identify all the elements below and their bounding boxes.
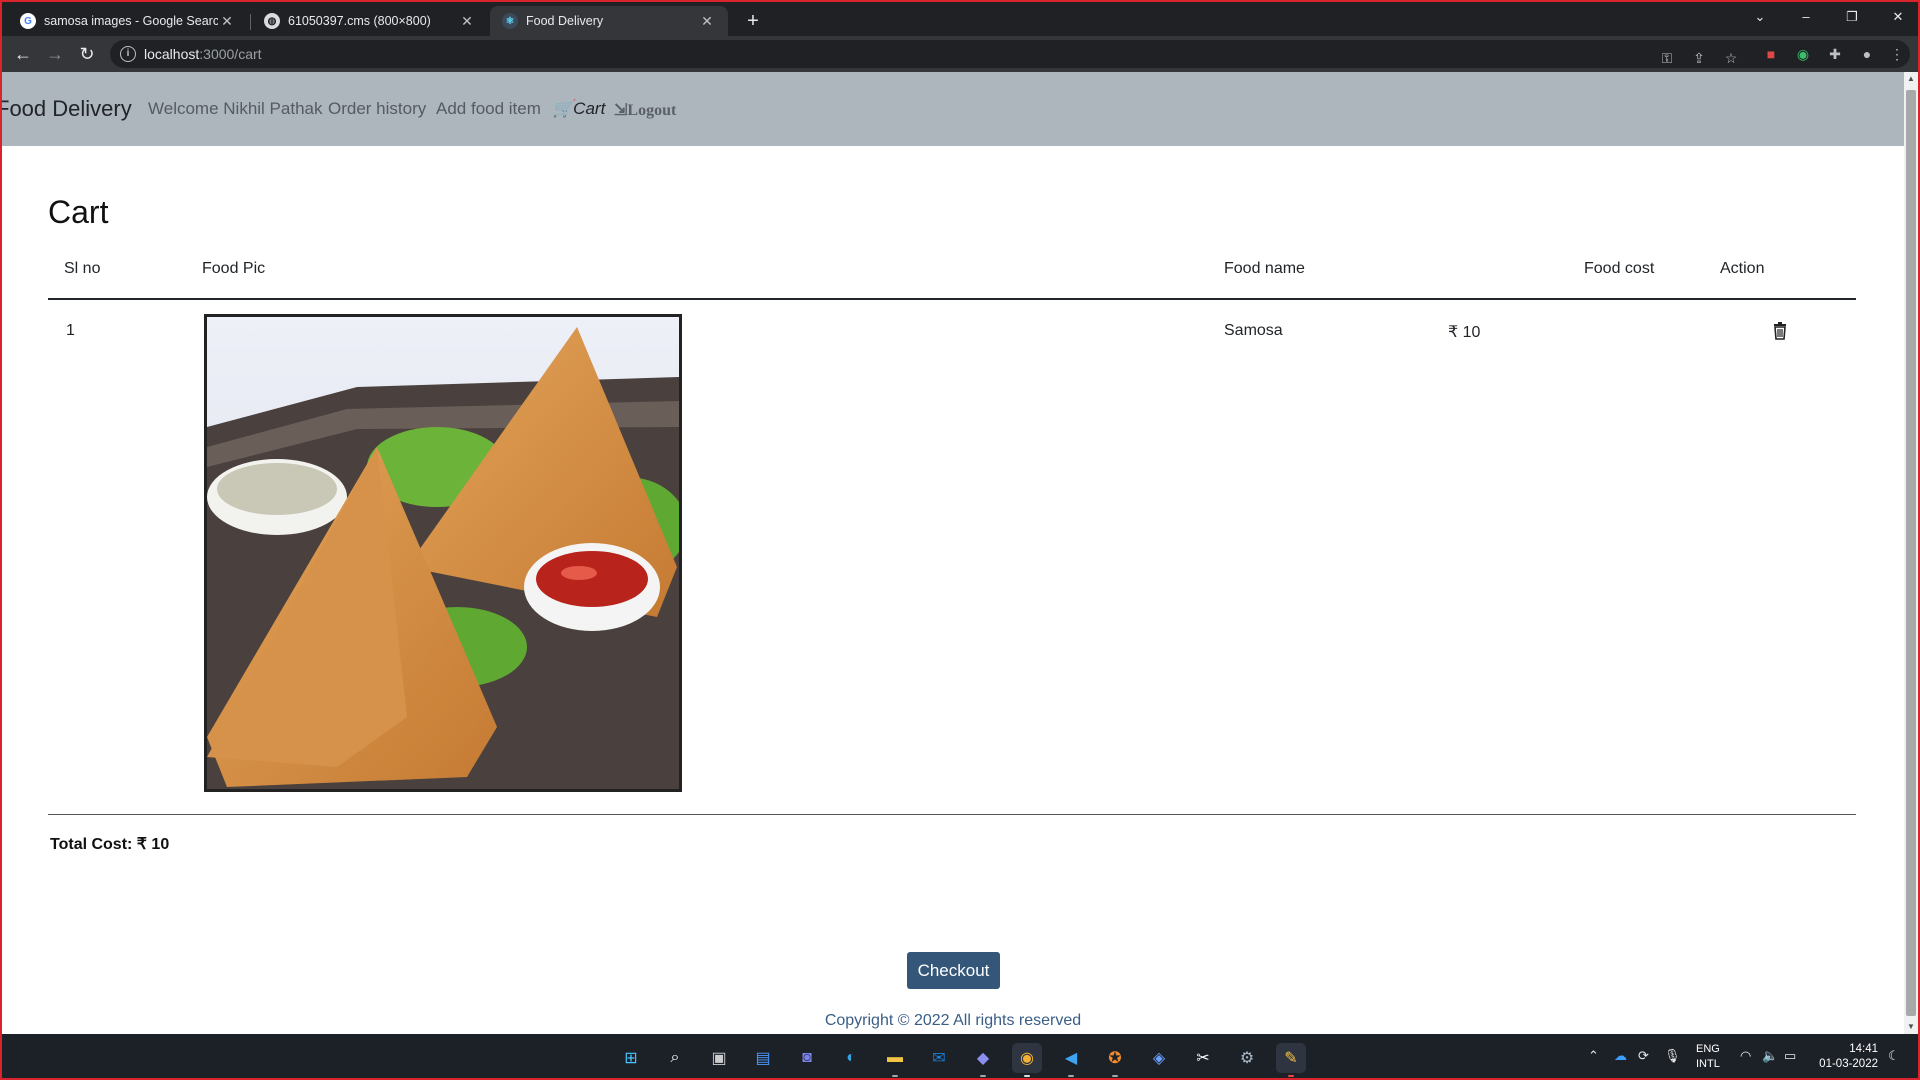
checkout-button[interactable]: Checkout bbox=[907, 952, 1000, 989]
brand-link[interactable]: Food Delivery bbox=[2, 96, 132, 122]
forward-button[interactable]: → bbox=[42, 41, 68, 67]
sticky-notes-icon[interactable]: ✎ bbox=[1276, 1043, 1306, 1077]
microphone-icon[interactable]: 🎙 bbox=[1664, 1048, 1681, 1064]
table-header-divider bbox=[48, 298, 1856, 300]
extension-red-icon[interactable]: ■ bbox=[1762, 45, 1780, 63]
scroll-up-arrow-icon[interactable]: ▲ bbox=[1904, 72, 1918, 86]
clock-time: 14:41 bbox=[1849, 1043, 1878, 1055]
info-icon[interactable]: i bbox=[120, 46, 136, 62]
address-bar[interactable]: i localhost:3000/cart ⚿ ⇪ ☆ bbox=[110, 40, 1910, 68]
table-bottom-divider bbox=[48, 814, 1856, 815]
close-icon[interactable]: ✕ bbox=[218, 13, 236, 30]
notification-moon-icon[interactable]: ☾ bbox=[1888, 1048, 1900, 1064]
welcome-text: Welcome Nikhil Pathak bbox=[148, 99, 323, 118]
chrome-icon[interactable]: ◉ bbox=[1012, 1043, 1042, 1077]
battery-icon[interactable]: ▭ bbox=[1784, 1048, 1796, 1064]
widgets-icon[interactable]: ▤ bbox=[748, 1043, 778, 1073]
snipping-tool-icon[interactable]: ✂ bbox=[1188, 1043, 1218, 1073]
extensions-puzzle-icon[interactable]: ✚ bbox=[1826, 45, 1844, 63]
url-text: localhost:3000/cart bbox=[144, 46, 262, 62]
google-icon: G bbox=[20, 13, 36, 29]
footer-copyright: Copyright © 2022 All rights reserved bbox=[824, 1012, 1082, 1029]
cart-icon: 🛒 bbox=[552, 99, 574, 118]
vscode-icon[interactable]: ◀ bbox=[1056, 1043, 1086, 1077]
logout-link[interactable]: ⇲Logout bbox=[614, 100, 676, 120]
browser-toolbar: ← → ↻ i localhost:3000/cart ⚿ ⇪ ☆ ■ ◉ ✚ … bbox=[2, 36, 1918, 72]
onedrive-icon[interactable]: ☁ bbox=[1614, 1048, 1627, 1064]
cart-link[interactable]: 🛒Cart bbox=[552, 99, 605, 119]
samosa-photo bbox=[207, 317, 679, 789]
extension-green-icon[interactable]: ◉ bbox=[1794, 45, 1812, 63]
new-tab-button[interactable]: + bbox=[740, 8, 766, 34]
windows-taskbar: ⊞ ⌕ ▣ ▤ ◙ ◐ ▬ ✉ ◆ ◉ ◀ ✪ ◈ ✂ ⚙ ✎ ⌃ ☁ ⟳ 🎙 … bbox=[2, 1034, 1918, 1078]
settings-gear-icon[interactable]: ⚙ bbox=[1232, 1043, 1262, 1073]
teams-chat-icon[interactable]: ◙ bbox=[792, 1043, 822, 1073]
page-title: Cart bbox=[48, 194, 109, 230]
keyboard-layout: INTL bbox=[1696, 1058, 1720, 1070]
system-clock[interactable]: 14:41 01-03-2022 bbox=[1819, 1042, 1878, 1072]
profile-avatar-icon[interactable]: ● bbox=[1858, 45, 1876, 63]
tab-food-delivery[interactable]: ⚛ Food Delivery ✕ bbox=[490, 6, 728, 36]
page-scrollbar[interactable]: ▲ ▼ bbox=[1904, 72, 1918, 1034]
task-view-icon[interactable]: ▣ bbox=[704, 1043, 734, 1073]
edge-icon[interactable]: ◐ bbox=[836, 1043, 866, 1073]
close-icon[interactable]: ✕ bbox=[458, 13, 476, 30]
column-header-sl-no: Sl no bbox=[64, 260, 101, 277]
back-button[interactable]: ← bbox=[10, 41, 36, 67]
clock-date: 01-03-2022 bbox=[1819, 1058, 1878, 1070]
browser-menu-icon[interactable]: ⋮ bbox=[1888, 45, 1906, 63]
close-icon[interactable]: ✕ bbox=[698, 13, 716, 30]
tiger-app-icon[interactable]: ✪ bbox=[1100, 1043, 1130, 1077]
react-icon: ⚛ bbox=[502, 13, 518, 29]
language-code: ENG bbox=[1696, 1043, 1720, 1055]
cell-food-name: Samosa bbox=[1224, 322, 1283, 339]
volume-icon[interactable]: 🔈 bbox=[1762, 1048, 1778, 1064]
scrollbar-thumb[interactable] bbox=[1906, 90, 1916, 1016]
code-editor-icon[interactable]: ◈ bbox=[1144, 1043, 1174, 1073]
cart-link-label: Cart bbox=[573, 99, 606, 118]
order-history-link[interactable]: Order history bbox=[328, 99, 426, 119]
window-close-button[interactable]: ✕ bbox=[1876, 2, 1918, 34]
column-header-food-pic: Food Pic bbox=[202, 260, 266, 277]
column-header-action: Action bbox=[1720, 260, 1765, 277]
logout-icon: ⇲ bbox=[614, 102, 628, 119]
trash-icon[interactable] bbox=[1772, 322, 1788, 340]
key-icon[interactable]: ⚿ bbox=[1658, 49, 1676, 67]
outlook-icon[interactable]: ✉ bbox=[924, 1043, 954, 1073]
logout-link-label: Logout bbox=[627, 102, 677, 119]
file-explorer-icon[interactable]: ▬ bbox=[880, 1043, 910, 1077]
total-cost: Total Cost: ₹ 10 bbox=[50, 836, 170, 853]
tab-title: Food Delivery bbox=[526, 14, 604, 28]
search-icon[interactable]: ⌕ bbox=[660, 1043, 690, 1073]
page-viewport: Food Delivery Welcome Nikhil Pathak Orde… bbox=[2, 72, 1904, 1034]
food-image bbox=[204, 314, 682, 792]
sync-icon[interactable]: ⟳ bbox=[1638, 1048, 1649, 1064]
tab-search-chevron-icon[interactable]: ⌄ bbox=[1738, 2, 1782, 34]
tab-google-search[interactable]: G samosa images - Google Search ✕ bbox=[8, 6, 248, 36]
teams-icon[interactable]: ◆ bbox=[968, 1043, 998, 1077]
add-food-item-link[interactable]: Add food item bbox=[436, 99, 541, 119]
column-header-food-cost: Food cost bbox=[1584, 260, 1655, 277]
tab-title: 61050397.cms (800×800) bbox=[288, 14, 431, 28]
windows-start-icon[interactable]: ⊞ bbox=[616, 1043, 646, 1073]
tab-divider bbox=[250, 14, 251, 30]
tab-title: samosa images - Google Search bbox=[44, 14, 218, 28]
share-icon[interactable]: ⇪ bbox=[1690, 49, 1708, 67]
language-indicator[interactable]: ENG INTL bbox=[1696, 1042, 1720, 1072]
browser-tab-strip: G samosa images - Google Search ✕ ◍ 6105… bbox=[2, 2, 1918, 36]
bookmark-star-icon[interactable]: ☆ bbox=[1722, 49, 1740, 67]
app-navbar: Food Delivery Welcome Nikhil Pathak Orde… bbox=[2, 72, 1904, 146]
tab-image-cms[interactable]: ◍ 61050397.cms (800×800) ✕ bbox=[252, 6, 488, 36]
restore-button[interactable]: ❐ bbox=[1830, 2, 1874, 34]
globe-icon: ◍ bbox=[264, 13, 280, 29]
cell-sl-no: 1 bbox=[66, 322, 75, 339]
minimize-button[interactable]: – bbox=[1784, 2, 1828, 34]
scroll-down-arrow-icon[interactable]: ▼ bbox=[1904, 1020, 1918, 1034]
wifi-icon[interactable]: ◠ bbox=[1740, 1048, 1751, 1064]
tray-overflow-chevron-icon[interactable]: ⌃ bbox=[1588, 1048, 1599, 1064]
cell-food-cost: ₹ 10 bbox=[1448, 324, 1481, 341]
reload-button[interactable]: ↻ bbox=[74, 41, 100, 67]
column-header-food-name: Food name bbox=[1224, 260, 1305, 277]
screen: G samosa images - Google Search ✕ ◍ 6105… bbox=[0, 0, 1920, 1080]
